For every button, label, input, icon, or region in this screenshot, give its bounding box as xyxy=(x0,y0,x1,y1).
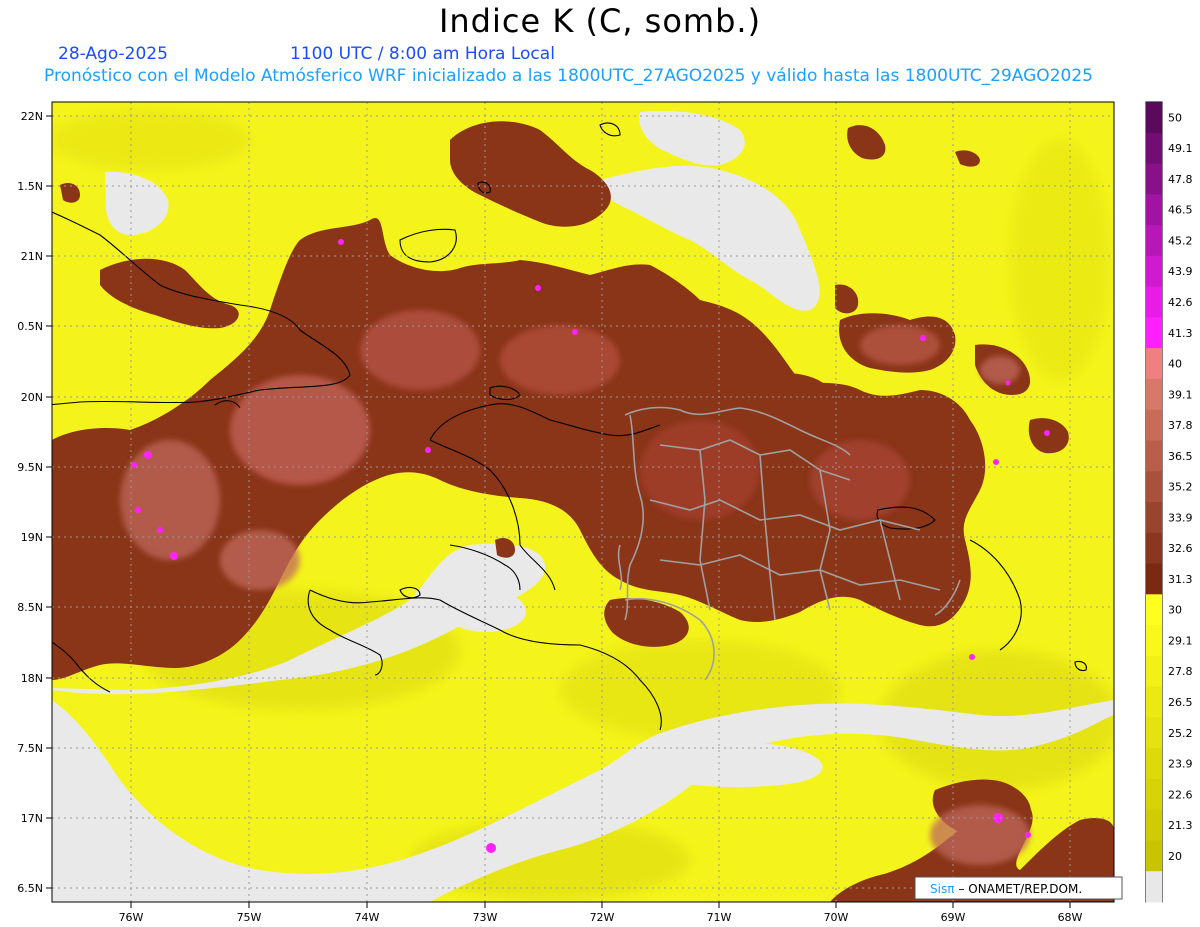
lon-label-70w: 70W xyxy=(824,911,849,924)
colorbar-label: 42.6 xyxy=(1168,296,1193,309)
colorbar-block xyxy=(1146,594,1162,626)
colorbar-label: 46.5 xyxy=(1168,204,1193,217)
colorbar-label: 31.3 xyxy=(1168,573,1193,586)
credit-source: – ONAMET/REP.DOM. xyxy=(958,882,1082,896)
colorbar-label: 27.8 xyxy=(1168,665,1193,678)
lon-label-71w: 71W xyxy=(707,911,732,924)
lat-label-21-5n: 1.5N xyxy=(17,180,43,193)
lon-label-75w: 75W xyxy=(237,911,262,924)
lon-label-68w: 68W xyxy=(1058,911,1083,924)
colorbar-label: 35.2 xyxy=(1168,481,1193,494)
lat-label-18-5n: 8.5N xyxy=(17,601,43,614)
colorbar-label: 33.9 xyxy=(1168,511,1193,524)
colorbar-label: 49.1 xyxy=(1168,142,1193,155)
colorbar-label: 32.6 xyxy=(1168,542,1193,555)
colorbar-block xyxy=(1146,225,1162,257)
credit-box: Sisπ – ONAMET/REP.DOM. xyxy=(914,876,1123,900)
colorbar-block xyxy=(1146,132,1162,165)
colorbar-block xyxy=(1146,317,1162,349)
colorbar-block xyxy=(1146,871,1162,903)
colorbar-blocks xyxy=(1146,102,1162,903)
colorbar-block xyxy=(1146,717,1162,749)
credit-brand: Sisπ xyxy=(930,882,954,896)
colorbar-label: 23.9 xyxy=(1168,758,1193,771)
colorbar-label: 22.6 xyxy=(1168,788,1193,801)
colorbar-block xyxy=(1146,778,1162,811)
lat-label-21n: 21N xyxy=(21,250,43,263)
colorbar-label: 20 xyxy=(1168,850,1182,863)
colorbar-block xyxy=(1146,655,1162,688)
colorbar-block xyxy=(1146,286,1162,318)
colorbar-label: 36.5 xyxy=(1168,450,1193,463)
lon-label-72w: 72W xyxy=(590,911,615,924)
lat-label-16-5n: 6.5N xyxy=(17,882,43,895)
colorbar-block xyxy=(1146,809,1162,841)
longitude-axis: 76W 75W 74W 73W 72W 71W 70W 69W 68W xyxy=(119,902,1083,924)
colorbar-label: 47.8 xyxy=(1168,173,1193,186)
colorbar-label: 43.9 xyxy=(1168,265,1193,278)
colorbar-block xyxy=(1146,563,1162,595)
lon-label-76w: 76W xyxy=(119,911,144,924)
colorbar-block xyxy=(1146,409,1162,441)
colorbar-block xyxy=(1146,532,1162,565)
colorbar-block xyxy=(1146,625,1162,657)
colorbar-block xyxy=(1146,440,1162,472)
map-plot-area xyxy=(52,102,1114,902)
colorbar-block xyxy=(1146,194,1162,226)
colorbar-label: 39.1 xyxy=(1168,388,1193,401)
colorbar-block xyxy=(1146,348,1162,380)
colorbar-block xyxy=(1146,748,1162,780)
colorbar-block xyxy=(1146,686,1162,718)
lat-label-22n: 22N xyxy=(21,110,43,123)
lat-label-20n: 20N xyxy=(21,391,43,404)
lat-label-17n: 17N xyxy=(21,812,43,825)
colorbar-label: 25.2 xyxy=(1168,727,1193,740)
latitude-axis: 22N 1.5N 21N 0.5N 20N 9.5N 19N 8.5N 18N … xyxy=(17,110,52,895)
svg-text:Sisπ– ONAMET/REP.DOM.: Sisπ – ONAMET/REP.DOM. xyxy=(930,882,1082,896)
colorbar-label: 37.8 xyxy=(1168,419,1193,432)
colorbar-block xyxy=(1146,102,1162,134)
lat-label-19-5n: 9.5N xyxy=(17,461,43,474)
colorbar-label: 50 xyxy=(1168,111,1182,124)
colorbar-block xyxy=(1146,840,1162,872)
colorbar: 50 49.1 47.8 46.5 45.2 43.9 42.6 41.3 40 39.1 37.8… xyxy=(1145,101,1193,903)
lon-label-74w: 74W xyxy=(355,911,380,924)
lat-label-20-5n: 0.5N xyxy=(17,320,43,333)
colorbar-label: 41.3 xyxy=(1168,327,1193,340)
lon-label-73w: 73W xyxy=(473,911,498,924)
lat-label-19n: 19N xyxy=(21,531,43,544)
colorbar-label: 29.1 xyxy=(1168,634,1193,647)
lat-label-17-5n: 7.5N xyxy=(17,742,43,755)
colorbar-label: 40 xyxy=(1168,358,1182,371)
colorbar-label: 26.5 xyxy=(1168,696,1193,709)
colorbar-block xyxy=(1146,378,1162,411)
colorbar-block xyxy=(1146,502,1162,534)
k-index-map: 22N 1.5N 21N 0.5N 20N 9.5N 19N 8.5N 18N … xyxy=(17,101,1193,924)
colorbar-label: 30 xyxy=(1168,604,1182,617)
colorbar-label: 21.3 xyxy=(1168,819,1193,832)
colorbar-block xyxy=(1146,255,1162,288)
colorbar-labels: 50 49.1 47.8 46.5 45.2 43.9 42.6 41.3 40 39.1 37.8… xyxy=(1168,111,1193,862)
colorbar-block xyxy=(1146,163,1162,195)
lat-label-18n: 18N xyxy=(21,672,43,685)
lon-label-69w: 69W xyxy=(941,911,966,924)
colorbar-label: 45.2 xyxy=(1168,234,1193,247)
colorbar-block xyxy=(1146,471,1162,503)
